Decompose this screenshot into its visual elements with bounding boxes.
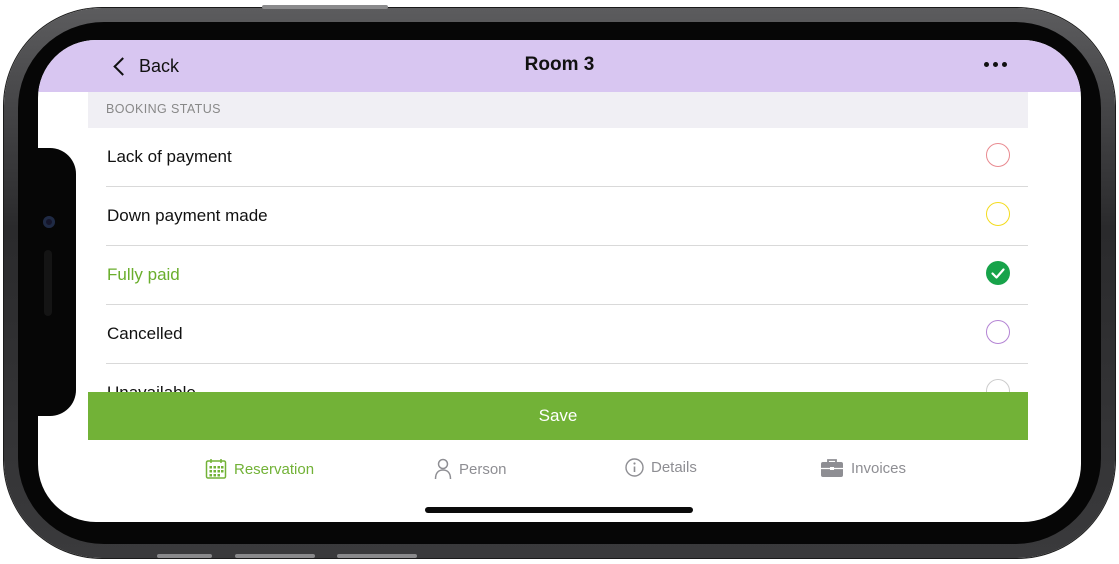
radio-circle-icon[interactable]	[986, 320, 1010, 344]
status-option-unavailable[interactable]: Unavailable	[106, 364, 1028, 392]
booking-status-list: Lack of payment Down payment made Fully …	[88, 128, 1028, 392]
checkmark-circle-icon[interactable]	[986, 261, 1010, 285]
radio-circle-icon[interactable]	[986, 202, 1010, 226]
tab-details[interactable]: Details	[625, 458, 697, 477]
status-option-label: Lack of payment	[107, 147, 232, 166]
home-indicator[interactable]	[425, 507, 693, 513]
status-option-lack-of-payment[interactable]: Lack of payment	[106, 128, 1028, 187]
more-dots-icon	[984, 62, 989, 67]
tab-reservation-label: Reservation	[234, 460, 315, 478]
more-options-button[interactable]	[980, 58, 1011, 71]
tab-invoices[interactable]: Invoices	[820, 458, 906, 478]
more-dots-icon	[993, 62, 998, 67]
status-option-fully-paid[interactable]: Fully paid	[106, 246, 1028, 305]
status-option-label: Down payment made	[107, 206, 268, 225]
earpiece-speaker	[44, 250, 52, 316]
save-button[interactable]: Save	[88, 392, 1028, 440]
section-header-label: BOOKING STATUS	[106, 102, 221, 116]
radio-circle-icon[interactable]	[986, 143, 1010, 167]
status-option-cancelled[interactable]: Cancelled	[106, 305, 1028, 364]
status-option-label: Cancelled	[107, 324, 183, 343]
tab-bar: Reservation Person Details Invoices	[88, 440, 1028, 500]
section-header: BOOKING STATUS	[88, 92, 1028, 128]
more-dots-icon	[1002, 62, 1007, 67]
tab-details-label: Details	[651, 459, 697, 476]
status-option-label: Unavailable	[107, 383, 196, 392]
front-camera-icon	[43, 216, 55, 228]
app-screen: Back Room 3 BOOKING STATUS Lack of payme…	[38, 40, 1081, 522]
radio-circle-icon[interactable]	[986, 379, 1010, 392]
hardware-button-top	[262, 5, 388, 9]
tab-invoices-label: Invoices	[851, 459, 907, 477]
hardware-button-bottom-1	[157, 554, 212, 558]
tab-person[interactable]: Person	[434, 458, 507, 480]
hardware-button-bottom-3	[337, 554, 417, 558]
navigation-bar: Back Room 3	[38, 40, 1081, 92]
status-option-down-payment-made[interactable]: Down payment made	[106, 187, 1028, 246]
tab-person-label: Person	[459, 460, 507, 478]
page-title: Room 3	[524, 54, 595, 75]
info-icon	[625, 458, 644, 477]
hardware-button-bottom-2	[235, 554, 315, 558]
tab-reservation[interactable]: Reservation	[205, 458, 314, 480]
status-option-label: Fully paid	[107, 265, 180, 284]
briefcase-icon	[821, 459, 843, 477]
person-icon	[434, 458, 452, 480]
calendar-icon	[205, 459, 227, 479]
